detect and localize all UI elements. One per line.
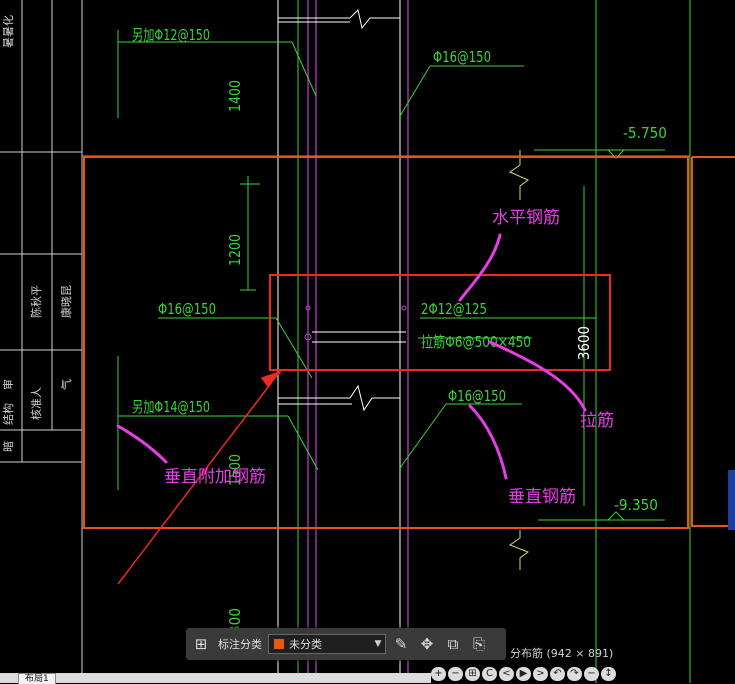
title-block	[0, 0, 83, 683]
fit-view-button[interactable]: ⊞	[465, 667, 480, 681]
title-block-text-c: 康晓昆	[59, 285, 73, 318]
annotation-toolbar: ⊞ 标注分类 未分类 ▼ ✎ ✥ ⧉ ⎘	[186, 628, 506, 660]
prev-button[interactable]: <	[499, 667, 514, 681]
break-lines	[278, 9, 400, 412]
annotation-tie-rebar: 拉筋	[580, 411, 614, 431]
title-block-text-row3: 气	[59, 379, 73, 390]
tie-rebar-shape	[304, 305, 407, 343]
edit-icon[interactable]: ✎	[390, 633, 412, 655]
rebar-label-top-right: Φ16@150	[433, 48, 491, 66]
refresh-button[interactable]: C	[482, 667, 497, 681]
rebar-label-bottom-right: Φ16@150	[448, 387, 506, 405]
zoom-in-button[interactable]: +	[431, 667, 446, 681]
status-info: 分布筋 (942 × 891)	[510, 647, 614, 660]
highlight-box	[269, 274, 611, 371]
rebar-label-bottom-add: 另加Φ14@150	[132, 398, 210, 416]
title-block-text-b: 陈秋平	[29, 285, 43, 318]
rebar-label-tie: 拉筋Φ6@500×450	[421, 333, 531, 351]
elevation-bottom: -9.350	[614, 496, 658, 514]
category-value: 未分类	[289, 638, 322, 651]
title-block-text-a: 暑暑化	[1, 15, 15, 48]
title-block-text-row1: 审	[1, 379, 15, 390]
elevation-top: -5.750	[623, 124, 667, 142]
dimension-1400: 1400	[226, 80, 244, 112]
annotation-vertical-rebar: 垂直钢筋	[508, 487, 576, 507]
rebar-label-horizontal: 2Φ12@125	[421, 300, 487, 318]
right-edge-panel	[728, 470, 735, 530]
category-label: 标注分类	[218, 638, 262, 651]
dimension-3600: 3600	[575, 326, 593, 360]
annotation-horizontal-rebar: 水平钢筋	[492, 208, 560, 228]
rebar-label-top-add: 另加Φ12@150	[132, 26, 210, 44]
copy-icon[interactable]: ⧉	[442, 633, 464, 655]
pan-button[interactable]: ↕	[601, 667, 616, 681]
title-block-text-row2: 核准人	[29, 387, 43, 420]
title-block-text-row5: 暗	[1, 441, 15, 452]
tab-layout-1[interactable]: 布局1	[18, 673, 56, 684]
category-select[interactable]: 未分类 ▼	[268, 634, 386, 654]
rebar-leaders	[117, 30, 596, 506]
minimize-button[interactable]: −	[584, 667, 599, 681]
undo-button[interactable]: ↶	[550, 667, 565, 681]
move-icon[interactable]: ✥	[416, 633, 438, 655]
drawing-canvas[interactable]: 暑暑化 陈秋平 康晓昆 审 核准人 气 结构 暗 另加Φ12@150 Φ16@1…	[0, 0, 735, 683]
zoom-out-button[interactable]: −	[448, 667, 463, 681]
redo-button[interactable]: ↷	[567, 667, 582, 681]
play-button[interactable]: ▶	[516, 667, 531, 681]
navigation-bar: + − ⊞ C < ▶ > ↶ ↷ − ↕	[431, 667, 616, 683]
category-color-swatch	[273, 638, 285, 650]
next-button[interactable]: >	[533, 667, 548, 681]
grid-icon[interactable]: ⊞	[190, 633, 212, 655]
paste-icon[interactable]: ⎘	[468, 633, 490, 655]
title-block-text-row4: 结构	[1, 403, 15, 425]
dimension-1200: 1200	[226, 234, 244, 266]
bottom-strip	[0, 673, 431, 683]
rebar-label-left-mid: Φ16@150	[158, 300, 216, 318]
chevron-down-icon: ▼	[374, 639, 382, 649]
annotation-strokes	[116, 233, 587, 480]
annotation-vertical-additional: 垂直附加钢筋	[164, 467, 266, 487]
